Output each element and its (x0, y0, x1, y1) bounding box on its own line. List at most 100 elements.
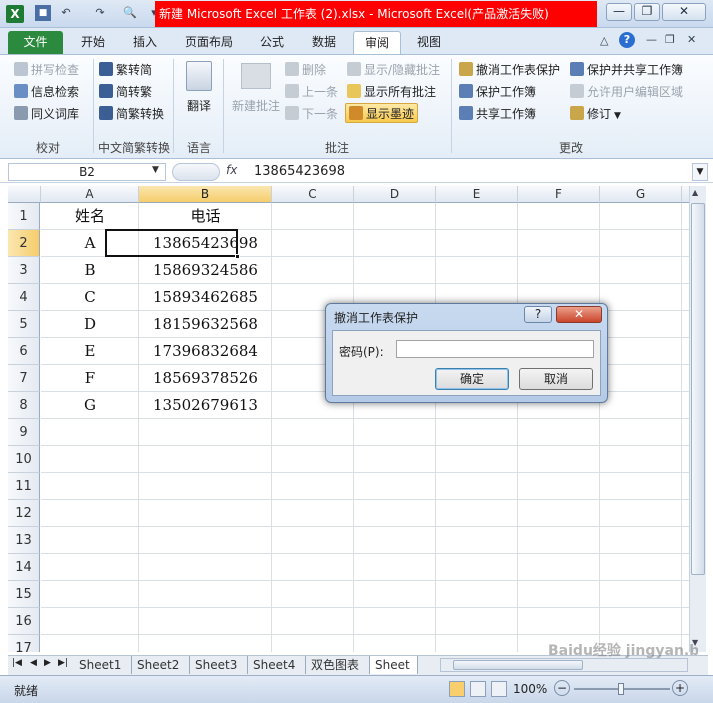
page-layout-view-icon[interactable] (470, 681, 486, 697)
redo-icon[interactable]: ↷ (92, 5, 108, 21)
trad-to-simp-button[interactable]: 繁转简 (99, 60, 152, 80)
name-box-dropdown-icon[interactable]: ▼ (152, 165, 159, 175)
dialog-help-button[interactable]: ? (524, 306, 552, 323)
translate-button[interactable]: 翻译 (180, 61, 218, 117)
tab-page-layout[interactable]: 页面布局 (177, 31, 241, 54)
tab-file[interactable]: 文件 (8, 31, 63, 54)
scroll-up-icon[interactable]: ▲ (692, 188, 698, 197)
workbook-minimize-icon[interactable]: — (646, 33, 657, 46)
show-ink-button[interactable]: 显示墨迹 (345, 103, 419, 123)
insert-function-icon[interactable]: fx (226, 163, 240, 177)
unprotect-sheet-button[interactable]: 撤消工作表保护 (459, 60, 560, 80)
maximize-button[interactable]: ❐ (634, 3, 660, 21)
dialog-close-button[interactable]: ✕ (556, 306, 602, 323)
row-header-9[interactable]: 9 (8, 419, 40, 446)
name-cell[interactable]: F (41, 365, 139, 392)
sheet-tab[interactable]: Sheet4 (248, 656, 306, 674)
horizontal-scroll-thumb[interactable] (453, 660, 583, 670)
column-header-d[interactable]: D (354, 186, 436, 203)
sheet-tab[interactable]: Sheet (370, 656, 418, 674)
vertical-scrollbar[interactable]: ▲ ▼ (689, 186, 706, 652)
fill-handle[interactable] (235, 254, 240, 259)
show-all-comments-button[interactable]: 显示所有批注 (347, 82, 436, 102)
column-header-h[interactable]: H (682, 186, 689, 203)
row-header-1[interactable]: 1 (8, 203, 40, 230)
zoom-level[interactable]: 100% (513, 682, 547, 696)
name-cell[interactable]: D (41, 311, 139, 338)
print-preview-icon[interactable]: 🔍 (122, 5, 138, 21)
sheet-nav-next-icon[interactable]: ▶ (44, 658, 51, 668)
password-input[interactable] (396, 340, 594, 358)
select-all-corner[interactable] (8, 186, 41, 203)
tab-data[interactable]: 数据 (304, 31, 344, 54)
column-header-f[interactable]: F (518, 186, 600, 203)
normal-view-icon[interactable] (449, 681, 465, 697)
protect-workbook-button[interactable]: 保护工作簿 (459, 82, 536, 102)
row-header-4[interactable]: 4 (8, 284, 40, 311)
row-header-3[interactable]: 3 (8, 257, 40, 284)
sheet-nav-first-icon[interactable]: |◀ (12, 658, 22, 668)
row-header-8[interactable]: 8 (8, 392, 40, 419)
spell-check-button[interactable]: 拼写检查 (14, 60, 79, 80)
tab-formulas[interactable]: 公式 (252, 31, 292, 54)
tab-view[interactable]: 视图 (409, 31, 449, 54)
scrollbar-thumb[interactable] (691, 203, 705, 575)
show-hide-comment-button[interactable]: 显示/隐藏批注 (347, 60, 440, 80)
sheet-tab[interactable]: 双色图表 (306, 656, 370, 674)
minimize-ribbon-icon[interactable]: △ (600, 34, 608, 47)
row-header-6[interactable]: 6 (8, 338, 40, 365)
tab-review[interactable]: 审阅 (353, 31, 401, 54)
tab-insert[interactable]: 插入 (125, 31, 165, 54)
page-break-view-icon[interactable] (491, 681, 507, 697)
column-header-b[interactable]: B (139, 186, 272, 203)
previous-comment-button[interactable]: 上一条 (285, 82, 338, 102)
protect-share-workbook-button[interactable]: 保护并共享工作簿 (570, 60, 683, 80)
phone-cell[interactable]: 18569378526 (139, 365, 272, 392)
worksheet-grid[interactable]: ABCDEFGH 1234567891011121314151617 姓名电话A… (8, 186, 689, 652)
row-header-14[interactable]: 14 (8, 554, 40, 581)
workbook-restore-icon[interactable]: ❐ (665, 33, 675, 46)
save-icon[interactable]: ■ (35, 5, 51, 21)
track-changes-button[interactable]: 修订 ▼ (570, 104, 621, 124)
phone-cell[interactable]: 15893462685 (139, 284, 272, 311)
phone-cell[interactable]: 18159632568 (139, 311, 272, 338)
close-window-button[interactable]: ✕ (662, 3, 706, 21)
formula-input[interactable]: 13865423698 (254, 163, 345, 181)
ok-button[interactable]: 确定 (435, 368, 509, 390)
tab-home[interactable]: 开始 (73, 31, 113, 54)
zoom-out-icon[interactable]: − (554, 680, 570, 696)
header-cell-phone[interactable]: 电话 (139, 203, 272, 230)
row-header-15[interactable]: 15 (8, 581, 40, 608)
simp-to-trad-button[interactable]: 简转繁 (99, 82, 152, 102)
phone-cell[interactable]: 13502679613 (139, 392, 272, 419)
name-cell[interactable]: C (41, 284, 139, 311)
phone-cell[interactable]: 15869324586 (139, 257, 272, 284)
row-header-13[interactable]: 13 (8, 527, 40, 554)
horizontal-scrollbar[interactable] (440, 658, 688, 672)
delete-comment-button[interactable]: 删除 (285, 60, 326, 80)
row-header-16[interactable]: 16 (8, 608, 40, 635)
sheet-nav-prev-icon[interactable]: ◀ (30, 658, 37, 668)
sheet-tab[interactable]: Sheet1 (74, 656, 132, 674)
cancel-button[interactable]: 取消 (519, 368, 593, 390)
new-comment-button[interactable]: 新建批注 (228, 61, 284, 117)
phone-cell[interactable]: 17396832684 (139, 338, 272, 365)
sheet-tab[interactable]: Sheet3 (190, 656, 248, 674)
expand-formula-bar-icon[interactable]: ▼ (692, 163, 708, 181)
research-button[interactable]: 信息检索 (14, 82, 79, 102)
row-header-12[interactable]: 12 (8, 500, 40, 527)
column-header-c[interactable]: C (272, 186, 354, 203)
undo-icon[interactable]: ↶ (58, 5, 74, 21)
sheet-nav-last-icon[interactable]: ▶| (58, 658, 68, 668)
zoom-in-icon[interactable]: + (672, 680, 688, 696)
share-workbook-button[interactable]: 共享工作簿 (459, 104, 536, 124)
column-header-e[interactable]: E (436, 186, 518, 203)
allow-edit-ranges-button[interactable]: 允许用户编辑区域 (570, 82, 683, 102)
chinese-conversion-button[interactable]: 简繁转换 (99, 104, 164, 124)
row-header-10[interactable]: 10 (8, 446, 40, 473)
zoom-slider[interactable] (574, 683, 670, 695)
thesaurus-button[interactable]: 同义词库 (14, 104, 79, 124)
column-header-g[interactable]: G (600, 186, 682, 203)
name-cell[interactable]: E (41, 338, 139, 365)
row-header-17[interactable]: 17 (8, 635, 40, 652)
